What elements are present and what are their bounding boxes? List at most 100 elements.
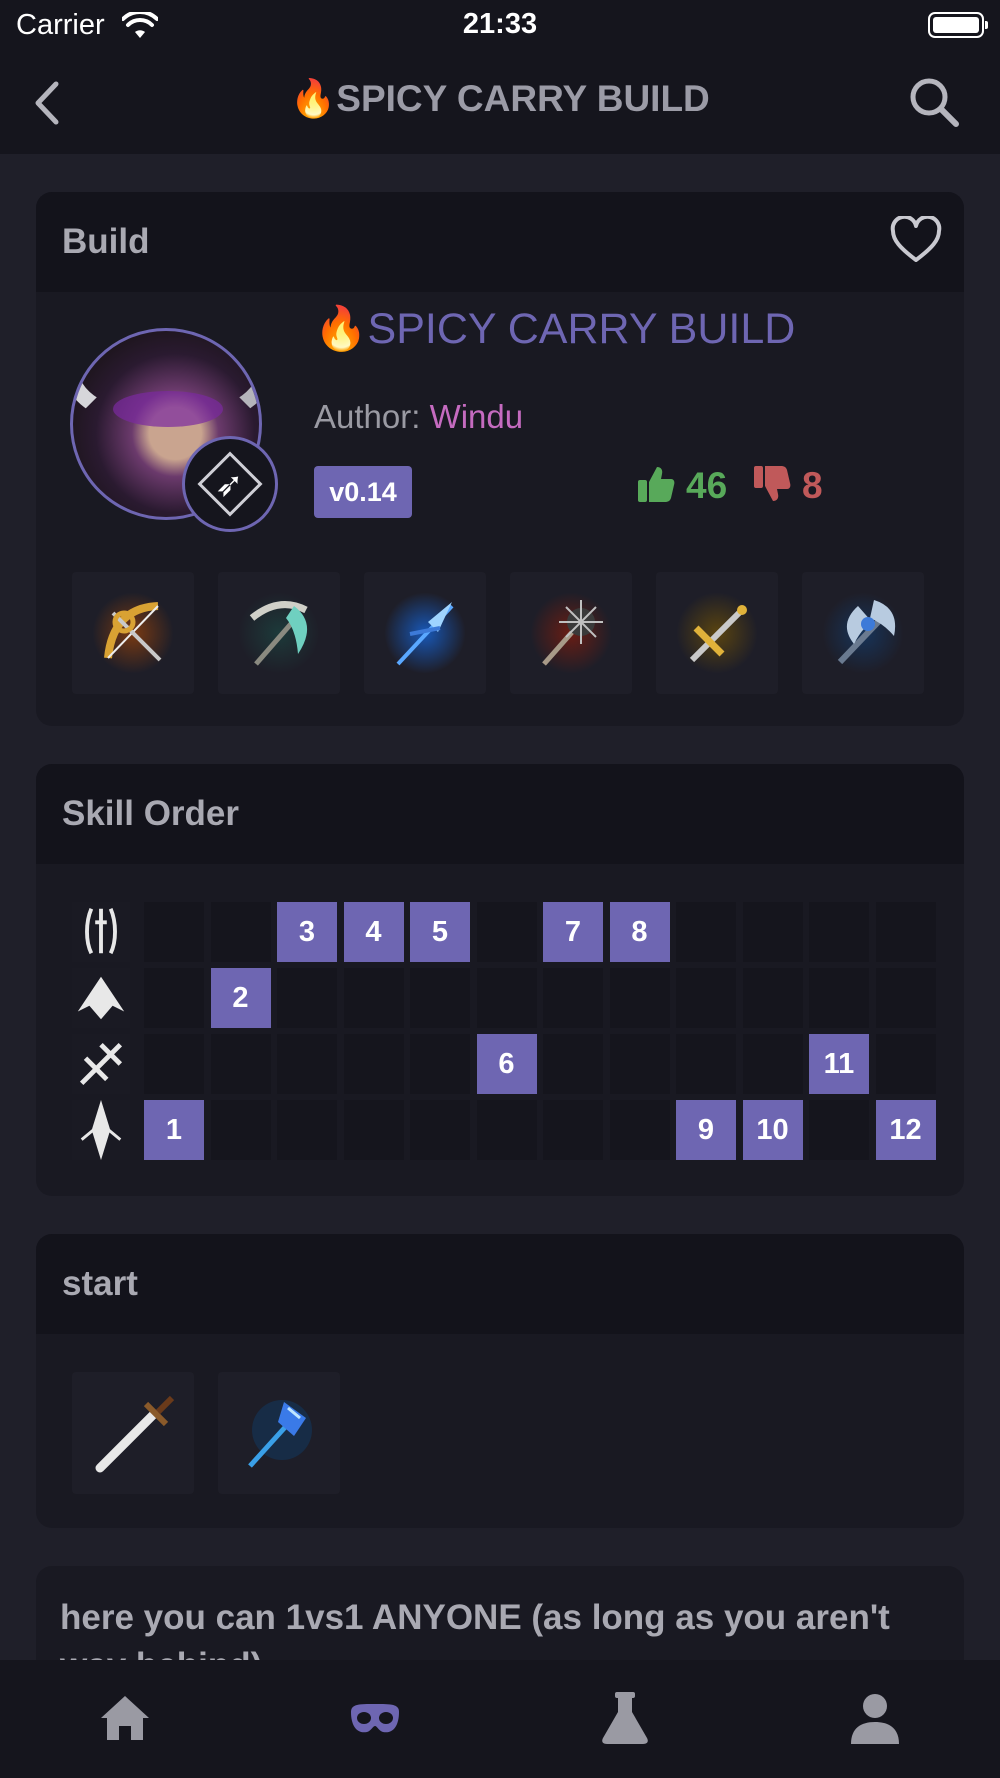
skill-row-icon <box>72 1034 130 1094</box>
start-items-title: start <box>62 1264 138 1303</box>
status-bar: Carrier 21:33 <box>0 0 1000 52</box>
skill-row-icon <box>72 902 130 962</box>
build-card-header: Build <box>36 192 964 292</box>
version-badge: v0.14 <box>314 466 412 518</box>
skill-level-empty <box>410 1034 470 1094</box>
thumbs-up-icon <box>638 467 675 502</box>
skill-level-marker: 3 <box>277 902 337 962</box>
skill-level-empty <box>609 968 670 1028</box>
author-name-link[interactable]: Windu <box>430 398 524 435</box>
clock: 21:33 <box>462 8 538 40</box>
skill-level-empty <box>676 1034 736 1094</box>
nav-bar: 🔥SPICY CARRY BUILD <box>0 52 1000 154</box>
build-item-3[interactable] <box>364 572 486 694</box>
skill-level-marker: 5 <box>410 902 470 962</box>
build-section-title: Build <box>62 222 150 261</box>
downvote-count: 8 <box>802 465 823 506</box>
battleaxe-item-icon <box>837 600 896 665</box>
skill-level-empty <box>809 1100 869 1160</box>
skill-level-empty <box>343 968 404 1028</box>
skill-level-empty <box>210 1034 271 1094</box>
build-name: 🔥SPICY CARRY BUILD <box>314 305 796 353</box>
pickaxe-item-icon <box>249 601 308 666</box>
bow-item-icon <box>104 602 162 662</box>
start-items-card: start <box>36 1234 964 1528</box>
skill-level-empty <box>277 968 337 1028</box>
start-item-1[interactable] <box>72 1372 194 1494</box>
skill-level-marker: 12 <box>875 1100 936 1160</box>
thumbs-down-icon <box>754 466 791 501</box>
skill-level-empty <box>144 968 204 1028</box>
skill-level-empty <box>875 968 936 1028</box>
skill-level-empty <box>476 902 537 962</box>
skill-4-icon <box>80 1099 122 1161</box>
skill-level-empty <box>742 1034 803 1094</box>
favorite-heart-icon[interactable] <box>890 216 942 264</box>
skill-level-empty <box>676 968 736 1028</box>
upvote-count: 46 <box>686 465 728 506</box>
skill-level-empty <box>277 1100 337 1160</box>
mace-item-icon <box>542 600 603 666</box>
skill-level-marker: 2 <box>210 968 271 1028</box>
search-icon[interactable] <box>908 76 960 128</box>
skill-level-marker: 10 <box>742 1100 803 1160</box>
author-line: Author: Windu <box>314 398 523 436</box>
skill-level-empty <box>543 968 603 1028</box>
skill-level-marker: 11 <box>809 1034 869 1094</box>
skill-level-empty <box>410 1100 470 1160</box>
upvote-button[interactable]: 46 <box>636 464 727 507</box>
build-item-5[interactable] <box>656 572 778 694</box>
profile-icon[interactable] <box>847 1690 903 1746</box>
skill-1-icon <box>85 908 117 955</box>
skill-level-empty <box>543 1034 603 1094</box>
skill-level-marker: 1 <box>144 1100 204 1160</box>
author-label: Author: <box>314 398 421 435</box>
skill-3-icon <box>79 1042 123 1086</box>
skill-level-marker: 4 <box>343 902 404 962</box>
downvote-button[interactable]: 8 <box>752 464 823 507</box>
skill-level-empty <box>144 1034 204 1094</box>
skill-level-empty <box>875 902 936 962</box>
home-icon[interactable] <box>97 1690 153 1746</box>
build-item-1[interactable] <box>72 572 194 694</box>
skill-row-icon <box>72 1099 130 1161</box>
skill-order-card: Skill Order 3 4 5 7 8 2 6 11 1 9 10 12 <box>36 764 964 1196</box>
skill-level-empty <box>676 902 736 962</box>
skill-level-empty <box>210 902 271 962</box>
build-item-4[interactable] <box>510 572 632 694</box>
bow-class-icon: ➶ <box>215 466 244 504</box>
skill-level-empty <box>343 1100 404 1160</box>
skill-level-empty <box>742 968 803 1028</box>
skill-level-empty <box>609 1100 670 1160</box>
skill-level-marker: 6 <box>476 1034 537 1094</box>
skill-level-empty <box>543 1100 603 1160</box>
build-card: Build ➶ 🔥SPICY CARRY BUILD Author: Windu… <box>36 192 964 726</box>
skill-level-marker: 8 <box>609 902 670 962</box>
skill-level-empty <box>410 968 470 1028</box>
skill-level-empty <box>144 902 204 962</box>
skill-level-empty <box>742 902 803 962</box>
flask-icon[interactable] <box>597 1690 653 1746</box>
skill-level-empty <box>809 968 869 1028</box>
crystal-wand-item-icon <box>248 1400 312 1468</box>
start-item-2[interactable] <box>218 1372 340 1494</box>
page-title: 🔥SPICY CARRY BUILD <box>290 78 710 119</box>
tab-bar <box>0 1660 1000 1778</box>
skill-level-empty <box>875 1034 936 1094</box>
skill-level-empty <box>809 902 869 962</box>
skill-row-icon <box>72 968 130 1028</box>
build-item-6[interactable] <box>802 572 924 694</box>
skill-level-empty <box>476 968 537 1028</box>
skill-level-empty <box>609 1034 670 1094</box>
skill-order-header: Skill Order <box>36 764 964 864</box>
skill-level-empty <box>476 1100 537 1160</box>
skill-order-title: Skill Order <box>62 794 240 833</box>
dagger-item-icon <box>95 1395 175 1473</box>
spear-item-icon <box>396 602 454 666</box>
battery-icon <box>928 12 988 38</box>
skill-level-marker: 9 <box>676 1100 736 1160</box>
build-item-2[interactable] <box>218 572 340 694</box>
start-items-header: start <box>36 1234 964 1334</box>
mask-icon[interactable] <box>347 1690 403 1746</box>
skill-level-empty <box>210 1100 271 1160</box>
